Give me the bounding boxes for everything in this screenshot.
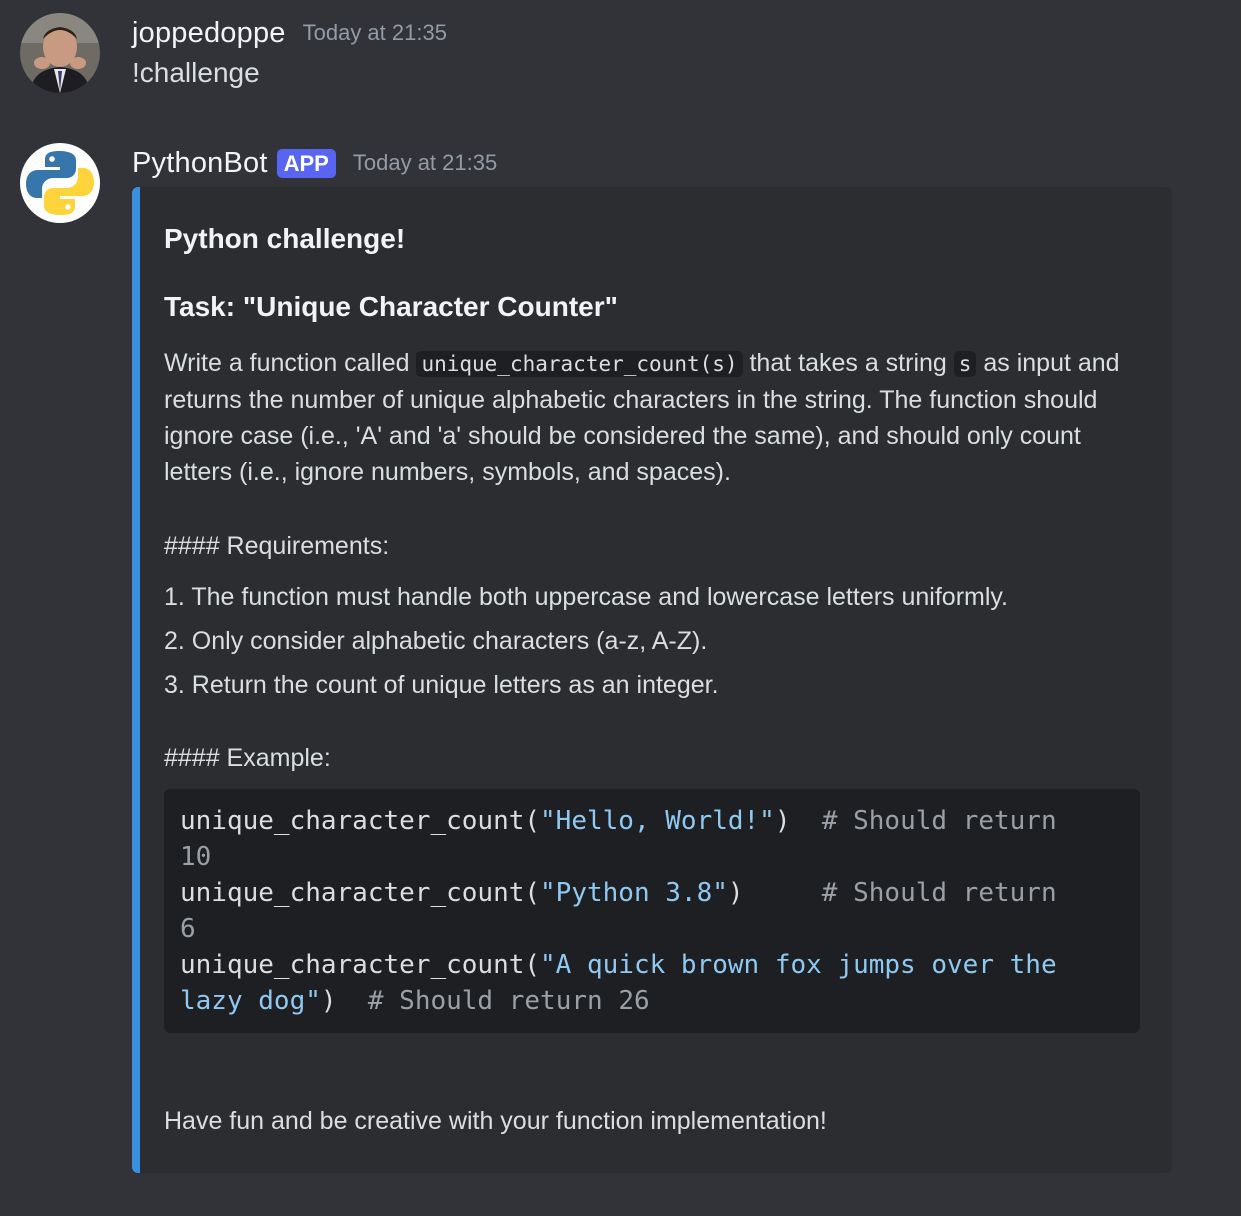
list-item: 1. The function must handle both upperca… [164, 583, 1008, 611]
code-close: ) [727, 878, 822, 908]
closing-text: Have fun and be creative with your funct… [164, 1107, 827, 1135]
chat-area: joppedoppe Today at 21:35 !challenge Pyt… [0, 0, 1241, 1216]
code-line: unique_character_count("Hello, World!") … [180, 803, 1124, 839]
code-line: unique_character_count("A quick brown fo… [180, 947, 1124, 983]
code-close: ) [320, 986, 368, 1016]
task-description: Write a function called unique_character… [164, 345, 1139, 490]
app-badge: APP [276, 148, 336, 178]
python-logo-icon [20, 143, 100, 223]
embed: Python challenge! Task: "Unique Characte… [132, 187, 1172, 1173]
code-comment: 6 [180, 914, 196, 944]
list-item: 3. Return the count of unique letters as… [164, 671, 719, 699]
example-heading: #### Example: [164, 744, 331, 772]
list-item: 2. Only consider alphabetic characters (… [164, 627, 708, 655]
inline-code: s [953, 351, 977, 377]
avatar-image-icon [20, 13, 100, 93]
code-comment: # Should return [821, 878, 1057, 908]
message-text: !challenge [132, 57, 260, 88]
code-comment: 10 [180, 842, 212, 872]
code-comment: # Should return [821, 806, 1057, 836]
code-string: "A quick brown fox jumps over the [540, 950, 1057, 980]
username[interactable]: joppedoppe [132, 17, 286, 50]
message-header: PythonBot APP Today at 21:35 [132, 144, 497, 182]
embed-title: Python challenge! [164, 223, 406, 254]
code-block[interactable]: unique_character_count("Hello, World!") … [164, 789, 1140, 1033]
code-line: 10 [180, 839, 1124, 875]
code-line: unique_character_count("Python 3.8") # S… [180, 875, 1124, 911]
user-avatar[interactable] [20, 13, 100, 93]
embed-accent-bar [132, 187, 140, 1173]
code-string: "Python 3.8" [540, 878, 728, 908]
bot-avatar[interactable] [20, 143, 100, 223]
timestamp[interactable]: Today at 21:35 [353, 150, 497, 176]
code-close: ) [774, 806, 822, 836]
timestamp[interactable]: Today at 21:35 [303, 20, 447, 46]
code-string: lazy dog" [180, 986, 321, 1016]
task-heading: Task: "Unique Character Counter" [164, 291, 618, 322]
code-string: "Hello, World!" [540, 806, 775, 836]
code-line: 6 [180, 911, 1124, 947]
code-line: lazy dog") # Should return 26 [180, 983, 1124, 1019]
message-header: joppedoppe Today at 21:35 [132, 14, 447, 52]
text-segment: Write a function called [164, 349, 417, 377]
code-fn: unique_character_count( [180, 950, 541, 980]
code-fn: unique_character_count( [180, 806, 541, 836]
code-fn: unique_character_count( [180, 878, 541, 908]
text-segment: that takes a string [742, 349, 954, 377]
requirements-list: 1. The function must handle both upperca… [164, 575, 1008, 707]
inline-code: unique_character_count(s) [416, 351, 743, 377]
username[interactable]: PythonBot [132, 147, 268, 180]
requirements-heading: #### Requirements: [164, 532, 390, 560]
code-comment: # Should return 26 [367, 986, 650, 1016]
